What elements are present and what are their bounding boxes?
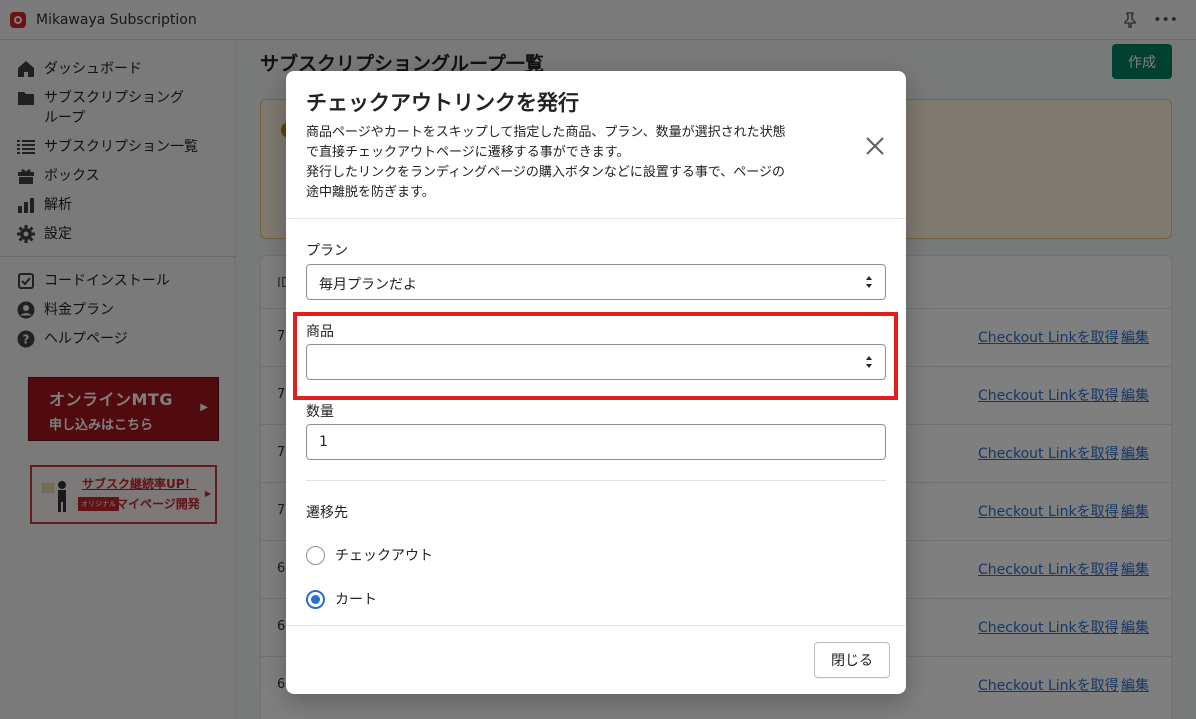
select-caret-icon xyxy=(866,276,872,288)
close-button[interactable]: 閉じる xyxy=(814,642,890,678)
form-divider xyxy=(306,480,886,481)
radio-checked[interactable] xyxy=(306,589,325,609)
close-icon[interactable] xyxy=(864,135,886,157)
quantity-label: 数量 xyxy=(306,404,334,420)
radio-label: カート xyxy=(335,592,377,608)
radio-label: チェックアウト xyxy=(335,548,433,564)
quantity-input[interactable]: 1 xyxy=(306,424,886,460)
highlight-box xyxy=(293,312,898,400)
modal-header: チェックアウトリンクを発行 商品ページやカートをスキップして指定した商品、プラン… xyxy=(286,71,906,219)
destination-option-checkout[interactable]: チェックアウト xyxy=(306,545,433,565)
modal-footer: 閉じる xyxy=(286,625,906,694)
description-line: 発行したリンクをランディングページの購入ボタンなどに設置する事で、ページの xyxy=(306,165,786,180)
modal-description: 商品ページやカートをスキップして指定した商品、プラン、数量が選択された状態 で直… xyxy=(306,123,826,203)
plan-select-value: 毎月プランだよ xyxy=(319,277,417,293)
destination-option-cart[interactable]: カート xyxy=(306,589,377,609)
description-line: 商品ページやカートをスキップして指定した商品、プラン、数量が選択された状態 xyxy=(306,125,786,140)
plan-label: プラン xyxy=(306,243,348,259)
radio-unchecked[interactable] xyxy=(306,545,325,565)
modal-title: チェックアウトリンクを発行 xyxy=(306,91,579,115)
description-line: で直接チェックアウトページに遷移する事ができます。 xyxy=(306,145,630,160)
description-line: 途中離脱を防ぎます。 xyxy=(306,185,435,200)
destination-label: 遷移先 xyxy=(306,505,348,521)
plan-select[interactable]: 毎月プランだよ xyxy=(306,264,886,300)
